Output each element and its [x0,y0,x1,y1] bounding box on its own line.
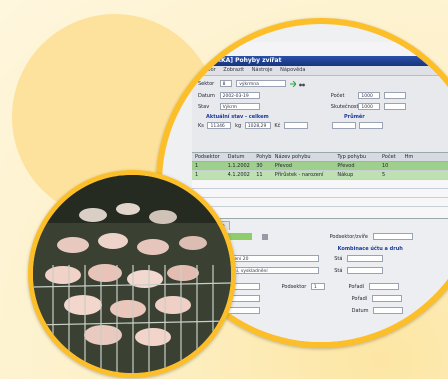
cell-podsektor: 1 [195,172,199,178]
sta-field-1[interactable] [346,255,383,262]
sta-label-2: Stá [334,268,343,274]
skutecnost-label: Skutečnost [330,104,359,110]
podsektor-label: Podsektor [281,284,307,290]
menu-item-nastroje[interactable]: Nástroje [252,67,273,73]
binoculars-icon[interactable] [299,81,306,87]
cell-podsektor: 1 [195,163,199,169]
table-header: Podsektor Datum Pohyb Název pohybu Typ p… [192,153,448,162]
stav-label: Stav [198,104,210,110]
arrow-icon[interactable] [289,80,296,87]
window-title: [EXORKA] Pohyby zvířat [192,56,448,66]
menu-item-napoveda[interactable]: Nápověda [280,67,305,73]
sektor-row: Sektor 8 výkrmna [198,80,306,88]
stav-field[interactable]: Výkrm [219,103,260,110]
sektor-code-field[interactable]: 8 [219,80,232,87]
datum-label-2: Datum [351,308,369,314]
col-podsektor[interactable]: Podsektor [192,153,223,161]
col-nazev-pohybu[interactable]: Název pohybu [272,153,333,161]
table-row[interactable]: 1 1.1.2002 30 Převod Převod 10 [192,162,448,171]
sta-label-1: Stá [334,256,343,262]
group-podsektor-label: Podsektor/zvíře [329,234,368,240]
poradi-field-1[interactable] [368,283,399,290]
pocet-label: Počet [330,93,345,99]
cell-datum: 4.1.2002 [227,172,250,178]
poradi-field-2[interactable] [371,295,402,302]
brochure-background: [EXORKA] Pohyby zvířat Soubor Zobrazit N… [0,0,448,379]
stav-row: Stav Výkrm Skutečnost 1000 [198,103,406,111]
group-kombinace-label: Kombinace účtu a druh [337,246,403,252]
datum-field[interactable]: 2002-03-19 [219,92,260,99]
table-row[interactable]: 1 4.1.2002 11 Přírůstek - narození Nákup… [192,171,448,180]
totals-row: Ks 11346 kg 1028,29 Kč [198,122,384,130]
col-pohyb[interactable]: Pohyb [253,153,271,161]
menu-item-zobrazit[interactable]: Zobrazit [223,67,244,73]
cell-pocet: 10 [381,163,389,169]
list-icon[interactable] [262,234,268,240]
kg-label: kg [235,123,242,129]
cell-pohyb: 11 [256,172,263,178]
sklad-extra-field[interactable] [383,103,406,110]
pig-pen-illustration [33,175,231,373]
cell-pocet: 5 [381,172,386,178]
pig-photo-frame [28,170,236,378]
kg-field[interactable]: 1028,29 [244,122,271,129]
pocet-extra-field[interactable] [383,92,406,99]
sektor-label: Sektor [198,81,215,87]
cell-nazev: Přírůstek - narození [274,172,324,178]
sklad-field[interactable]: 1000 [358,103,381,110]
aktualni-stav-heading: Aktuální stav - celkem [206,114,269,120]
cell-datum: 1.1.2002 [227,163,250,169]
table-row[interactable] [192,198,448,207]
sektor-name-field[interactable]: výkrmna [236,80,287,87]
poradi-label-1: Pořadí [348,284,365,290]
movements-table: Podsektor Datum Pohyb Název pohybu Typ p… [192,152,448,219]
datum-label: Datum [198,93,215,99]
prumer-heading: Průměr [344,114,365,120]
datum-field-2[interactable] [373,307,404,314]
poradi-label-2: Pořadí [351,296,368,302]
datum-row: Datum 2002-03-19 Počet 1000 [198,92,406,100]
pocet-field[interactable]: 1000 [358,92,381,99]
kc-label: Kč [274,123,281,129]
detail-row-1: Podsektor/zvíře [260,233,413,241]
menu-item-soubor[interactable]: Soubor [198,67,216,73]
podsektor-field[interactable]: 1 [310,283,325,290]
kc-field[interactable] [283,122,308,129]
cell-typ: Nákup [337,172,354,178]
cell-pohyb: 30 [256,163,263,169]
ks-label: Ks [198,123,204,129]
detail-row-7: Datum [200,307,404,315]
pig-farm-photo [33,175,231,373]
col-pocet[interactable]: Počet [379,153,400,161]
col-typ-pohybu[interactable]: Typ pohybu [334,153,377,161]
table-row[interactable] [192,180,448,189]
window-chrome [192,42,448,57]
table-row[interactable] [192,189,448,198]
cell-nazev: Převod [274,163,292,169]
col-datum[interactable]: Datum [225,153,252,161]
podsektor-zvire-field[interactable] [372,233,413,240]
cell-typ: Převod [337,163,355,169]
col-hm[interactable]: Hm [402,153,419,161]
menu-bar: Soubor Zobrazit Nástroje Nápověda [192,66,448,76]
avg-field-2[interactable] [359,122,384,129]
ks-field[interactable]: 11346 [207,122,232,129]
sta-field-2[interactable] [346,267,383,274]
avg-field-1[interactable] [331,122,356,129]
